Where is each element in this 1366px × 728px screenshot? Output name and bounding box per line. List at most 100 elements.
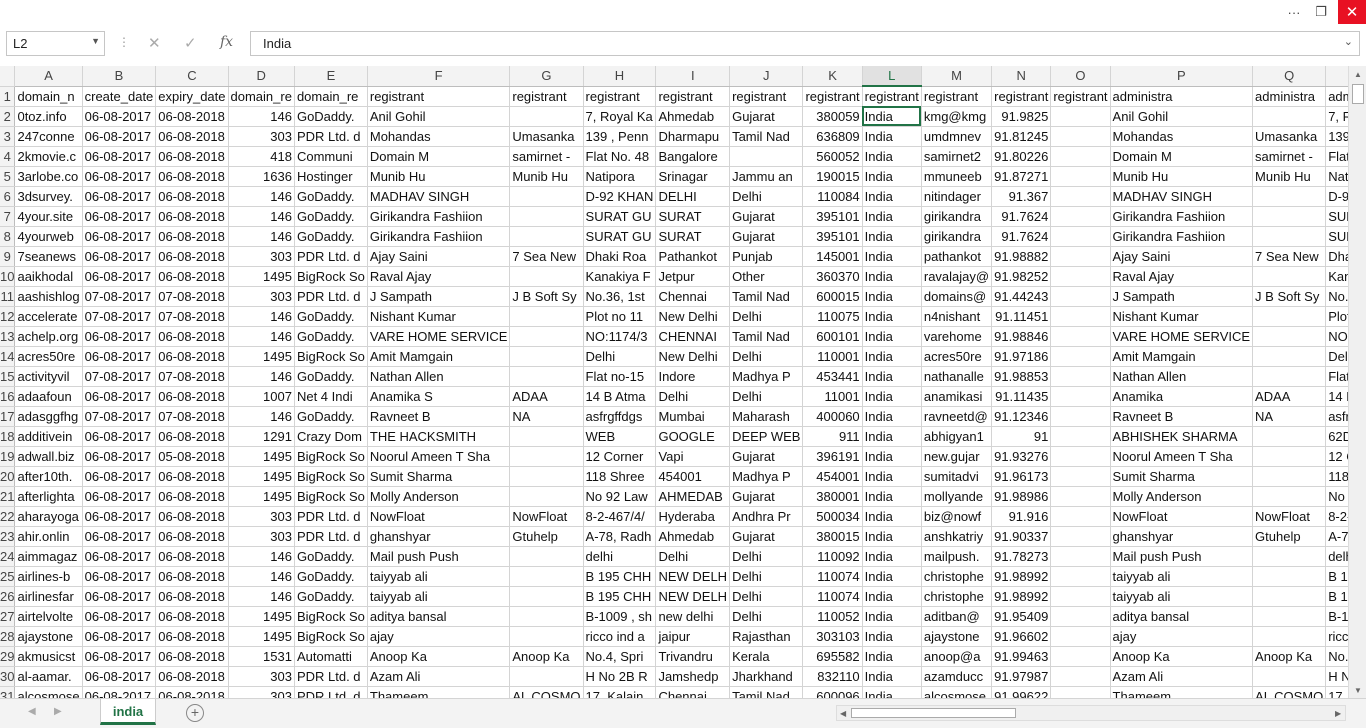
cell[interactable]: 303 — [228, 246, 295, 267]
cell[interactable] — [509, 466, 584, 487]
cell[interactable]: India — [862, 386, 922, 407]
confirm-entry-icon[interactable]: ✓ — [184, 34, 197, 52]
cell[interactable]: 91.98853 — [991, 366, 1052, 387]
cell[interactable]: Anoop Ka — [509, 646, 584, 667]
cell[interactable]: alcosmose — [921, 686, 993, 698]
cell[interactable]: 06-08-2018 — [155, 686, 229, 698]
cell[interactable]: 06-08-2017 — [82, 446, 157, 467]
cell[interactable]: ricco ind a — [583, 626, 657, 647]
cell[interactable] — [1050, 526, 1111, 547]
cell[interactable]: 12 Corner — [1325, 446, 1348, 467]
cell[interactable]: 07-08-2018 — [155, 406, 229, 427]
cell[interactable]: Jetpur — [655, 266, 731, 287]
cell[interactable]: 8-2-467/4/ — [583, 506, 657, 527]
cell[interactable] — [1050, 406, 1111, 427]
cell[interactable]: Ahmedab — [655, 106, 731, 127]
cell[interactable] — [509, 366, 584, 387]
cell[interactable]: Srinagar — [655, 166, 731, 187]
cell[interactable]: Gujarat — [729, 446, 804, 467]
cell[interactable]: domain_re — [228, 86, 295, 107]
column-header-o[interactable]: O — [1050, 66, 1111, 87]
cell[interactable] — [1252, 586, 1327, 607]
cell[interactable]: 418 — [228, 146, 295, 167]
column-header-r[interactable]: R — [1325, 66, 1348, 87]
cell[interactable]: Hostinger — [294, 166, 368, 187]
cell[interactable]: Girikandra Fashiion — [1110, 206, 1254, 227]
cell[interactable]: 06-08-2017 — [82, 126, 157, 147]
cell[interactable] — [1252, 106, 1327, 127]
cell[interactable]: Noorul Ameen T Sha — [367, 446, 511, 467]
cell[interactable]: 91.98986 — [991, 486, 1052, 507]
cell[interactable]: India — [862, 626, 922, 647]
row-header[interactable]: 23 — [0, 526, 16, 547]
cell[interactable]: 91.98846 — [991, 326, 1052, 347]
cell[interactable] — [509, 446, 584, 467]
cell[interactable]: 146 — [228, 366, 295, 387]
cell[interactable] — [1252, 266, 1327, 287]
cell[interactable]: Mumbai — [655, 406, 731, 427]
cell[interactable]: Ravneet B — [367, 406, 511, 427]
cell[interactable]: No.4, Spri — [1325, 646, 1348, 667]
cell[interactable]: India — [862, 526, 922, 547]
cell[interactable]: aditban@ — [921, 606, 993, 627]
cell[interactable]: Noorul Ameen T Sha — [1110, 446, 1254, 467]
cell[interactable]: Ajay Saini — [367, 246, 511, 267]
cell[interactable]: jaipur — [655, 626, 731, 647]
cell[interactable]: 1495 — [228, 606, 295, 627]
cell[interactable]: 06-08-2017 — [82, 346, 157, 367]
scroll-left-icon[interactable]: ◀ — [840, 709, 846, 718]
row-header[interactable]: 3 — [0, 126, 16, 147]
cell[interactable]: christophe — [921, 566, 993, 587]
cell[interactable]: No.4, Spri — [583, 646, 657, 667]
cell[interactable] — [1252, 466, 1327, 487]
cell[interactable]: Dhaki Roa — [583, 246, 657, 267]
cell[interactable]: 06-08-2018 — [155, 486, 229, 507]
cell[interactable]: Delhi — [655, 386, 731, 407]
cell[interactable]: B-1009 , sh — [583, 606, 657, 627]
cell[interactable]: 06-08-2017 — [82, 166, 157, 187]
cell[interactable]: 2kmovie.c — [14, 146, 83, 167]
cell[interactable]: Thameem — [367, 686, 511, 698]
cell[interactable]: mmuneeb — [921, 166, 993, 187]
cell[interactable]: India — [862, 566, 922, 587]
cell[interactable]: Anoop Ka — [367, 646, 511, 667]
cell[interactable]: sumitadvi — [921, 466, 993, 487]
cell[interactable]: 06-08-2018 — [155, 346, 229, 367]
cell[interactable]: 06-08-2017 — [82, 226, 157, 247]
cell[interactable]: Gujarat — [729, 226, 804, 247]
cell[interactable]: Dharmapu — [655, 126, 731, 147]
row-header[interactable]: 27 — [0, 606, 16, 627]
column-header-e[interactable]: E — [294, 66, 368, 87]
cell[interactable] — [1252, 186, 1327, 207]
close-window-button[interactable]: ✕ — [1338, 0, 1366, 24]
cell[interactable]: BigRock So — [294, 606, 368, 627]
cell[interactable]: Delhi — [655, 546, 731, 567]
cancel-entry-icon[interactable]: ✕ — [148, 34, 161, 52]
cell[interactable] — [1050, 166, 1111, 187]
cell[interactable]: taiyyab ali — [367, 566, 511, 587]
cell[interactable]: Mohandas — [1110, 126, 1254, 147]
cell[interactable]: activityvil — [14, 366, 83, 387]
cell[interactable]: akmusicst — [14, 646, 83, 667]
cell[interactable]: J Sampath — [367, 286, 511, 307]
row-header[interactable]: 12 — [0, 306, 16, 327]
cell[interactable] — [1050, 326, 1111, 347]
cell[interactable]: Gtuhelp — [509, 526, 584, 547]
spreadsheet-grid[interactable]: ABCDEFGHIJKLMNOPQRST 1domain_ncreate_dat… — [0, 66, 1348, 698]
cell[interactable]: 06-08-2018 — [155, 266, 229, 287]
cell[interactable]: Mohandas — [367, 126, 511, 147]
cell[interactable]: azamducc — [921, 666, 993, 687]
cell[interactable] — [509, 226, 584, 247]
cell[interactable] — [1252, 566, 1327, 587]
cell[interactable]: Crazy Dom — [294, 426, 368, 447]
row-header[interactable]: 11 — [0, 286, 16, 307]
cell[interactable]: VARE HOME SERVICE — [1110, 326, 1254, 347]
cell[interactable]: 636809 — [802, 126, 863, 147]
horizontal-scroll-thumb[interactable] — [851, 708, 1016, 718]
row-header[interactable]: 21 — [0, 486, 16, 507]
cell[interactable]: India — [862, 346, 922, 367]
column-header-j[interactable]: J — [729, 66, 804, 87]
row-header[interactable]: 18 — [0, 426, 16, 447]
cell[interactable]: GoDaddy. — [294, 206, 368, 227]
cell[interactable]: BigRock So — [294, 266, 368, 287]
